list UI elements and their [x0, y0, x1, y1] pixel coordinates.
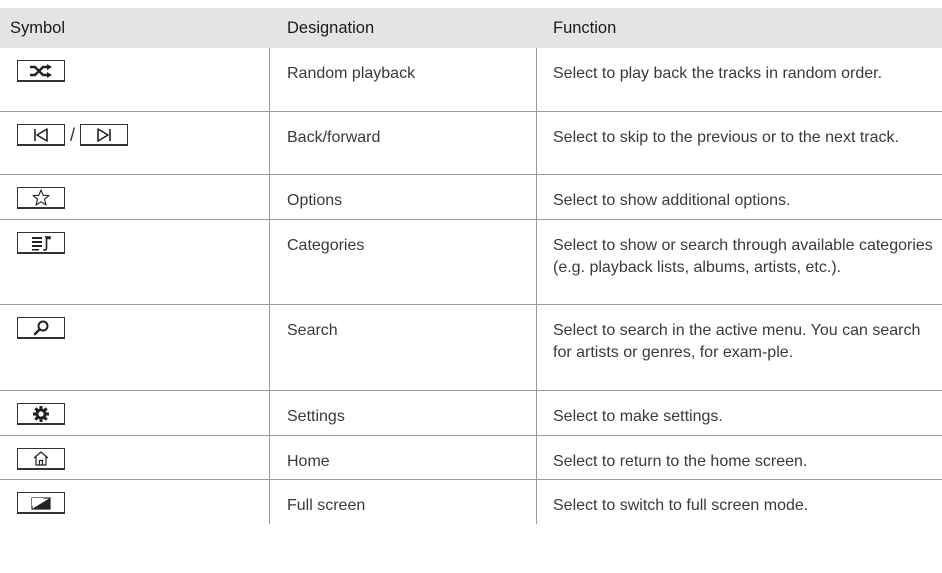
header-designation: Designation [287, 19, 375, 37]
table-row: / Back/forward Select to skip to the pre… [0, 112, 942, 175]
playlist-icon [17, 232, 65, 254]
function-cell: Select to return to the home screen. [553, 453, 808, 470]
header-function: Function [553, 19, 617, 37]
function-cell: Select to switch to full screen mode. [553, 497, 809, 514]
table-row: Categories Select to show or search thro… [0, 220, 942, 305]
skip-forward-icon [80, 124, 129, 146]
function-cell: Select to show additional options. [553, 192, 791, 209]
skip-back-icon [17, 124, 65, 146]
designation-cell: Search [287, 322, 338, 339]
home-icon [17, 448, 65, 470]
designation-cell: Settings [287, 408, 345, 425]
designation-cell: Options [287, 192, 343, 209]
symbol-separator: / [70, 125, 76, 145]
table-row: Options Select to show additional option… [0, 175, 942, 220]
table-header: Symbol Designation Function [0, 8, 942, 48]
star-icon [17, 187, 65, 209]
designation-cell: Back/forward [287, 129, 381, 146]
function-cell: Select to search in the active menu. You… [553, 322, 921, 361]
table-row: Settings Select to make settings. [0, 391, 942, 436]
function-cell: Select to skip to the previous or to the… [553, 129, 899, 146]
table-row: Random playback Select to play back the … [0, 48, 942, 112]
table-row: Search Select to search in the active me… [0, 305, 942, 391]
symbol-table: Symbol Designation Function Random playb… [0, 8, 942, 524]
search-icon [17, 317, 65, 339]
designation-cell: Categories [287, 237, 365, 254]
designation-cell: Home [287, 453, 330, 470]
designation-cell: Random playback [287, 65, 416, 82]
function-cell: Select to show or search through availab… [553, 237, 933, 276]
header-symbol: Symbol [10, 19, 66, 37]
function-cell: Select to play back the tracks in random… [553, 65, 883, 82]
gear-icon [17, 403, 65, 425]
table-row: Home Select to return to the home screen… [0, 436, 942, 480]
function-cell: Select to make settings. [553, 408, 723, 425]
fullscreen-icon [17, 492, 65, 514]
table-row: Full screen Select to switch to full scr… [0, 480, 942, 524]
designation-cell: Full screen [287, 497, 366, 514]
shuffle-icon [17, 60, 65, 82]
